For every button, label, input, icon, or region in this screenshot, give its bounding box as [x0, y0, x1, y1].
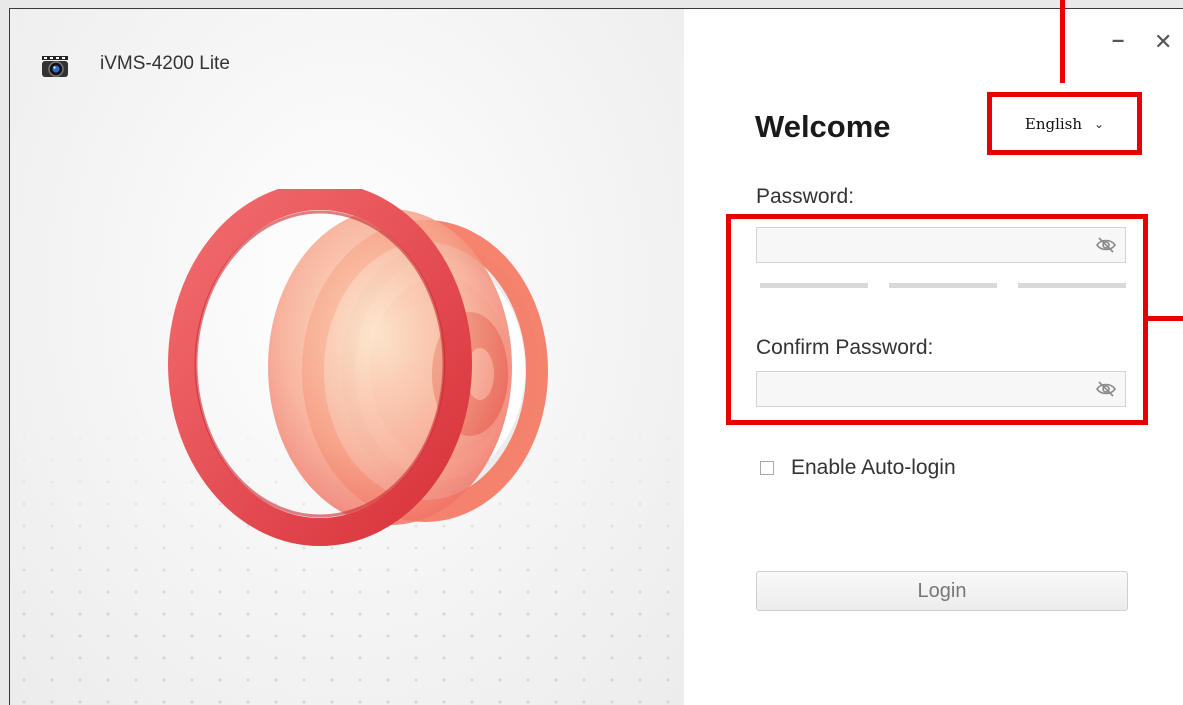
app-camera-icon [42, 56, 68, 77]
language-selected: English [1024, 114, 1083, 133]
language-dropdown[interactable]: English ⌄ [987, 92, 1142, 155]
password-label: Password: [756, 185, 855, 208]
login-button[interactable]: Login [756, 571, 1128, 611]
app-title: iVMS-4200 Lite [100, 53, 230, 74]
hero-logo-graphic [168, 189, 548, 546]
chevron-down-icon: ⌄ [1094, 116, 1105, 131]
auto-login-checkbox[interactable] [760, 461, 774, 475]
splash-panel: iVMS-4200 Lite [10, 9, 684, 705]
annotation-callout-line [1060, 0, 1065, 83]
annotation-callout-line [1148, 316, 1183, 321]
auto-login-label: Enable Auto-login [791, 456, 956, 479]
welcome-heading: Welcome [755, 109, 891, 144]
minimize-icon[interactable]: – [1112, 29, 1124, 51]
close-icon[interactable]: ✕ [1154, 31, 1172, 53]
annotation-highlight-box [726, 214, 1148, 425]
